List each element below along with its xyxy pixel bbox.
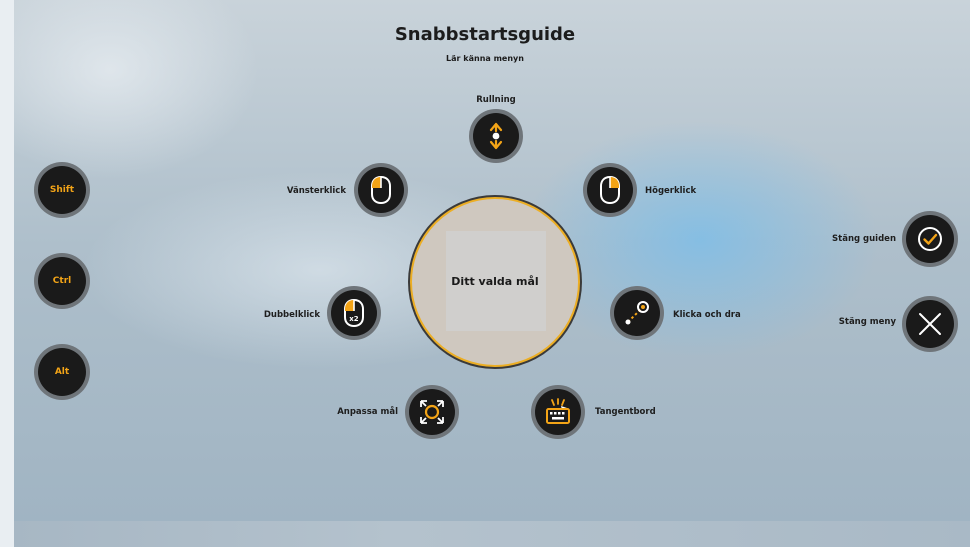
keyboard-icon [543,397,573,427]
left-edge-strip [0,0,14,547]
click-and-drag-label: Klicka och dra [673,310,741,320]
mouse-left-click-icon [369,175,393,205]
selected-target-area[interactable]: Ditt valda mål [410,197,580,367]
left-click-button[interactable] [358,167,404,213]
double-click-button[interactable]: x2 [331,290,377,336]
shift-key-label: Shift [49,185,75,195]
checkmark-circle-icon [916,225,944,253]
close-menu-button[interactable] [906,300,954,348]
shift-key-button[interactable]: Shift [38,166,86,214]
selected-target-label: Ditt valda mål [451,275,539,288]
blurred-taskbar [14,521,970,547]
close-guide-button[interactable] [906,215,954,263]
ctrl-key-button[interactable]: Ctrl [38,257,86,305]
close-icon [915,309,945,339]
click-and-drag-button[interactable] [614,290,660,336]
mouse-double-click-icon: x2 [342,298,366,328]
drag-icon [622,298,652,328]
ctrl-key-label: Ctrl [52,276,72,286]
right-click-button[interactable] [587,167,633,213]
page-title: Snabbstartsguide [394,24,576,45]
adjust-target-button[interactable] [409,389,455,435]
right-click-label: Högerklick [645,186,697,196]
page-subtitle: Lär känna menyn [446,54,524,63]
keyboard-button[interactable] [535,389,581,435]
scroll-button[interactable] [473,113,519,159]
double-click-label: Dubbelklick [263,310,320,320]
close-guide-label: Stäng guiden [832,234,896,244]
scroll-label: Rullning [476,95,516,105]
mouse-right-click-icon [598,175,622,205]
keyboard-label: Tangentbord [595,407,656,417]
alt-key-label: Alt [54,367,70,377]
alt-key-button[interactable]: Alt [38,348,86,396]
double-click-badge: x2 [349,315,359,323]
resize-target-icon [417,397,447,427]
left-click-label: Vänsterklick [286,186,346,196]
scroll-icon [485,121,507,151]
adjust-target-label: Anpassa mål [337,407,398,417]
close-menu-label: Stäng meny [838,317,896,327]
